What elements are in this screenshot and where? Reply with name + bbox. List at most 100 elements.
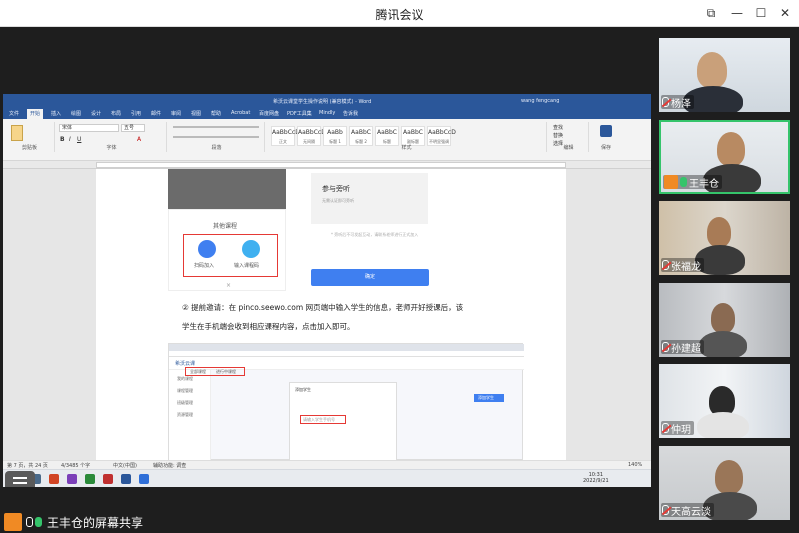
mic-off-icon (662, 260, 669, 270)
word-ribbon: 剪贴板 宋体 五号 B I U A 字体 段落 AaBbCcDd 正文 AaBb… (3, 119, 651, 161)
style-subtle-emphasis[interactable]: AaBbCcD 不明显强调 (427, 126, 456, 146)
scan-join-label: 扫码加入 (194, 263, 215, 269)
tab-home[interactable]: 开始 (27, 109, 44, 119)
mic-on-icon (680, 177, 687, 187)
status-words: 4/3485 个字 (61, 463, 91, 469)
underline-icon[interactable]: U (77, 136, 81, 143)
mic-off-icon (662, 97, 669, 107)
tab-design[interactable]: 设计 (91, 110, 101, 117)
participant-name: 孙建超 (671, 343, 701, 355)
font-size-select[interactable]: 五号 (121, 124, 145, 132)
tab-references[interactable]: 引用 (131, 110, 141, 117)
sharer-avatar-icon (4, 513, 22, 531)
mic-off-icon (662, 342, 669, 352)
participant-tile[interactable]: 天高云淡 (659, 446, 790, 520)
tab-baidu[interactable]: 百度网盘 (259, 110, 279, 117)
save-cloud-icon[interactable] (600, 125, 612, 137)
app-title: 腾讯会议 (375, 8, 424, 22)
browser-brand: 希沃云课 (175, 361, 196, 367)
browser-sidebar: 我的课程 课程管理 班级管理 资源管理 (169, 370, 211, 461)
status-zoom: 140% (628, 462, 643, 468)
bold-icon[interactable]: B (60, 136, 65, 143)
list-icons[interactable] (173, 126, 259, 128)
word-status-bar: 第 7 页，共 24 页 4/3485 个字 中文(中国) 辅助功能: 调查 1… (3, 460, 651, 469)
browser-tabs-highlight: 全部课程 进行中课程 (185, 367, 245, 376)
tab-view[interactable]: 视图 (191, 110, 201, 117)
taskbar-app-icon (103, 474, 113, 484)
minimize-button[interactable]: — (726, 4, 748, 22)
participant-tile[interactable]: 杨泽 (659, 38, 790, 112)
participant-name: 张福龙 (671, 261, 701, 273)
other-courses-label: 其他课程 (213, 223, 238, 230)
restore-button[interactable]: ⧉ (700, 4, 722, 22)
mic-off-icon (662, 505, 669, 515)
host-badge-icon (664, 175, 678, 189)
taskbar-app-icon (67, 474, 77, 484)
align-icons[interactable] (173, 136, 259, 138)
styles-group: AaBbCcDd 正文 AaBbCcDd 无间隔 AaBb 标题 1 AaBbC 标题 … (267, 122, 547, 152)
student-phone-field: 请输入学生手机号 (300, 415, 346, 424)
status-lang: 中文(中国) (113, 463, 137, 469)
paste-icon[interactable] (11, 125, 23, 141)
tab-mailings[interactable]: 邮件 (151, 110, 161, 117)
taskbar-meeting-icon (139, 474, 149, 484)
word-title-bar: 希沃云课堂学生操作说明 (兼容模式) - Word wang fengcang (3, 94, 651, 108)
shared-screen[interactable]: 希沃云课堂学生操作说明 (兼容模式) - Word wang fengcang … (3, 94, 651, 487)
font-name-select[interactable]: 宋体 (59, 124, 119, 132)
style-heading-2[interactable]: AaBbC 标题 2 (349, 126, 373, 146)
participant-tile[interactable]: 仲玥 (659, 364, 790, 438)
close-button[interactable]: ✕ (774, 4, 796, 22)
style-title[interactable]: AaBbC 标题 (375, 126, 399, 146)
font-color-icon[interactable]: A (137, 136, 141, 143)
style-normal[interactable]: AaBbCcDd 正文 (271, 126, 304, 146)
tab-help[interactable]: 帮助 (211, 110, 221, 117)
phone-screenshot-top (168, 169, 286, 209)
editing-group: 查找 替换 选择 编辑 (549, 122, 589, 152)
find-button[interactable]: 查找 (553, 124, 563, 131)
tab-acrobat[interactable]: Acrobat (231, 110, 250, 116)
member-list-button[interactable] (5, 471, 35, 487)
screen-share-icon (26, 517, 33, 527)
maximize-button[interactable]: ☐ (750, 4, 772, 22)
tab-layout[interactable]: 布局 (111, 110, 121, 117)
taskbar-word-icon (121, 474, 131, 484)
tencent-meeting-window: 腾讯会议 ⧉ — ☐ ✕ 希沃云课堂学生操作说明 (兼容模式) - Word w… (0, 0, 799, 533)
paragraph-1: ② 提前邀请：在 pinco.seewo.com 网页端中输入学生的信息，老师开… (182, 303, 464, 312)
style-subtitle[interactable]: AaBbC 副标题 (401, 126, 425, 146)
tab-file[interactable]: 文件 (9, 110, 19, 117)
tab-mindly[interactable]: Mindly (319, 110, 335, 116)
tab-insert[interactable]: 插入 (51, 110, 61, 117)
close-icon: × (226, 282, 232, 289)
word-ribbon-tabs: 文件 开始 插入 绘图 设计 布局 引用 邮件 审阅 视图 帮助 Acrobat… (3, 108, 651, 119)
participant-tile[interactable]: 张福龙 (659, 201, 790, 275)
phone-screenshot: 其他课程 扫码加入 输入课程码 × (168, 209, 286, 291)
replace-button[interactable]: 替换 (553, 132, 563, 139)
word-user: wang fengcang (521, 98, 560, 104)
participant-name: 仲玥 (671, 424, 691, 436)
style-no-spacing[interactable]: AaBbCcDd 无间隔 (297, 126, 330, 146)
style-heading-1[interactable]: AaBb 标题 1 (323, 126, 347, 146)
confirm-button: 确定 (311, 269, 429, 286)
document-page[interactable]: 其他课程 扫码加入 输入课程码 × 参与旁听 无需认证即可旁听 * 旁听后不可发… (96, 169, 566, 461)
status-page: 第 7 页，共 24 页 (7, 463, 48, 469)
font-group: 宋体 五号 B I U A 字体 (57, 122, 167, 152)
participant-name: 天高云淡 (671, 506, 711, 518)
ruler (3, 161, 651, 169)
mic-off-icon (662, 423, 669, 433)
sharer-label: 王丰仓的屏幕共享 (47, 515, 144, 530)
tab-draw[interactable]: 绘图 (71, 110, 81, 117)
participant-tile[interactable]: 孙建超 (659, 283, 790, 357)
italic-icon[interactable]: I (69, 136, 71, 143)
tab-tellme[interactable]: 告诉我 (343, 110, 358, 117)
title-bar: 腾讯会议 ⧉ — ☐ ✕ (0, 0, 799, 27)
taskbar-clock: 10:31 2022/9/21 (583, 472, 609, 484)
tab-review[interactable]: 审阅 (171, 110, 181, 117)
course-code-icon (242, 240, 260, 258)
audit-subtitle: 无需认证即可旁听 (322, 198, 354, 203)
taskbar-app-icon (85, 474, 95, 484)
tab-pdf[interactable]: PDF工具集 (287, 110, 312, 117)
save-group: 保存 (591, 122, 621, 152)
participant-tile[interactable]: 王丰仓 (659, 120, 790, 194)
scan-join-icon (198, 240, 216, 258)
audit-hint: * 旁听后不可发起互动，请联系老师进行正式加入 (331, 232, 419, 237)
